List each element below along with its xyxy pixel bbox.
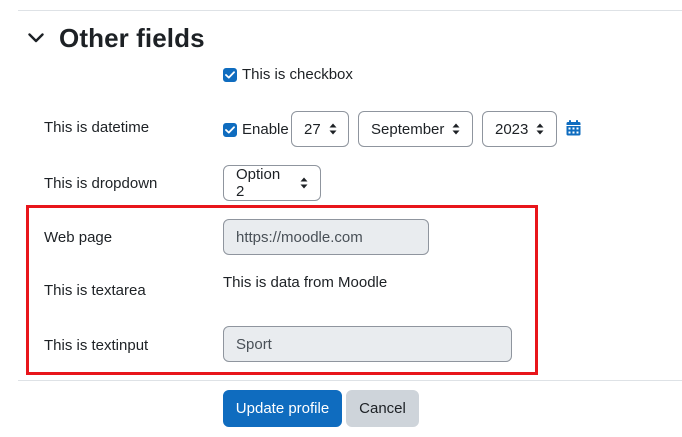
calendar-icon[interactable] <box>566 120 581 136</box>
month-value: September <box>371 120 445 138</box>
checkbox-label: This is checkbox <box>242 66 353 83</box>
datetime-label: This is datetime <box>44 119 150 136</box>
select-arrows-icon <box>300 177 308 189</box>
cancel-button[interactable]: Cancel <box>346 390 419 427</box>
datetime-enable[interactable]: Enable <box>223 121 289 138</box>
dropdown-value: Option 2 <box>236 166 281 200</box>
select-arrows-icon <box>329 123 337 135</box>
dropdown-select[interactable]: Option 2 <box>223 165 321 201</box>
year-value: 2023 <box>495 120 529 138</box>
dropdown-label: This is dropdown <box>44 175 158 192</box>
month-select[interactable]: September <box>358 111 473 147</box>
chevron-down-icon[interactable] <box>27 29 45 47</box>
highlight-box <box>26 205 538 375</box>
enable-label: Enable <box>242 121 289 138</box>
section-title: Other fields <box>59 22 205 53</box>
enable-checkbox[interactable] <box>223 122 237 137</box>
section-header[interactable]: Other fields <box>27 20 205 56</box>
select-arrows-icon <box>536 123 544 135</box>
bottom-divider <box>18 380 682 381</box>
day-value: 27 <box>304 120 321 138</box>
checkbox-input[interactable] <box>223 67 237 82</box>
select-arrows-icon <box>452 123 460 135</box>
year-select[interactable]: 2023 <box>482 111 557 147</box>
checkbox-field[interactable]: This is checkbox <box>223 66 353 83</box>
top-divider <box>18 10 682 11</box>
day-select[interactable]: 27 <box>291 111 349 147</box>
update-profile-button[interactable]: Update profile <box>223 390 342 427</box>
